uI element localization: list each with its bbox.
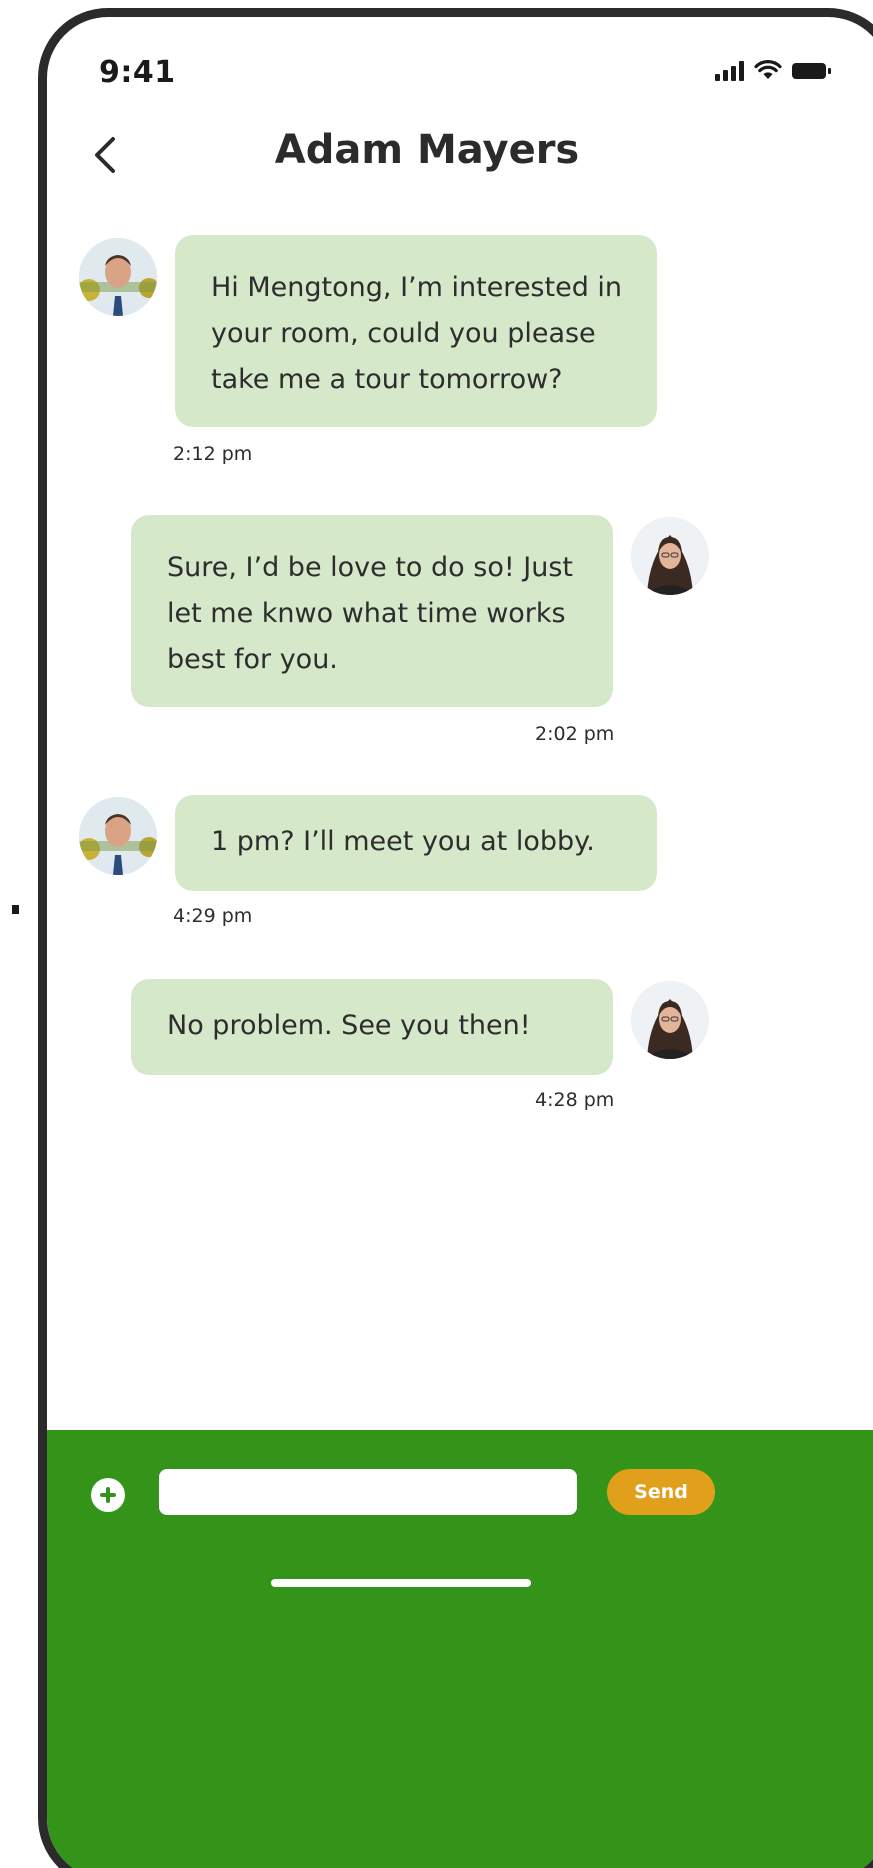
message-text: take me a tour tomorrow?	[211, 364, 563, 395]
phone-frame: 9:41 Adam Mayers Hi Mengtong, I’m intere…	[38, 8, 873, 1868]
wifi-icon	[754, 60, 782, 79]
add-attachment-button[interactable]	[91, 1478, 125, 1512]
status-time: 9:41	[99, 55, 176, 90]
cellular-signal-icon	[715, 59, 744, 81]
page-title: Adam Mayers	[274, 127, 580, 173]
message-text: Hi Mengtong, I’m interested in	[211, 272, 623, 303]
message-bubble-received: Hi Mengtong, I’m interested in your room…	[175, 235, 657, 427]
decorative-dot	[12, 905, 19, 914]
avatar-self	[631, 517, 709, 595]
message-text: best for you.	[167, 644, 338, 675]
message-timestamp: 4:29 pm	[173, 905, 253, 927]
avatar-adam	[79, 238, 157, 316]
message-bubble-sent: No problem. See you then!	[131, 979, 613, 1075]
person-icon	[631, 517, 709, 595]
message-timestamp: 2:02 pm	[535, 723, 615, 745]
message-timestamp: 4:28 pm	[535, 1089, 615, 1111]
screen: 9:41 Adam Mayers Hi Mengtong, I’m intere…	[0, 0, 873, 1868]
person-icon	[631, 981, 709, 1059]
message-bubble-sent: Sure, I’d be love to do so! Just let me …	[131, 515, 613, 707]
send-button[interactable]: Send	[607, 1469, 715, 1515]
chat-screen: 9:41 Adam Mayers Hi Mengtong, I’m intere…	[47, 17, 873, 1868]
message-input[interactable]	[159, 1469, 577, 1515]
message-bubble-received: 1 pm? I’ll meet you at lobby.	[175, 795, 657, 891]
person-icon	[79, 797, 157, 875]
message-timestamp: 2:12 pm	[173, 443, 253, 465]
message-text: 1 pm? I’ll meet you at lobby.	[211, 826, 595, 857]
message-text: Sure, I’d be love to do so! Just	[167, 552, 573, 583]
person-icon	[79, 238, 157, 316]
home-indicator	[271, 1579, 531, 1587]
battery-icon	[792, 63, 831, 79]
avatar-adam	[79, 797, 157, 875]
message-text: No problem. See you then!	[167, 1010, 531, 1041]
message-text: your room, could you please	[211, 318, 596, 349]
message-text: let me knwo what time works	[167, 598, 566, 629]
status-icons	[715, 59, 831, 81]
avatar-self	[631, 981, 709, 1059]
